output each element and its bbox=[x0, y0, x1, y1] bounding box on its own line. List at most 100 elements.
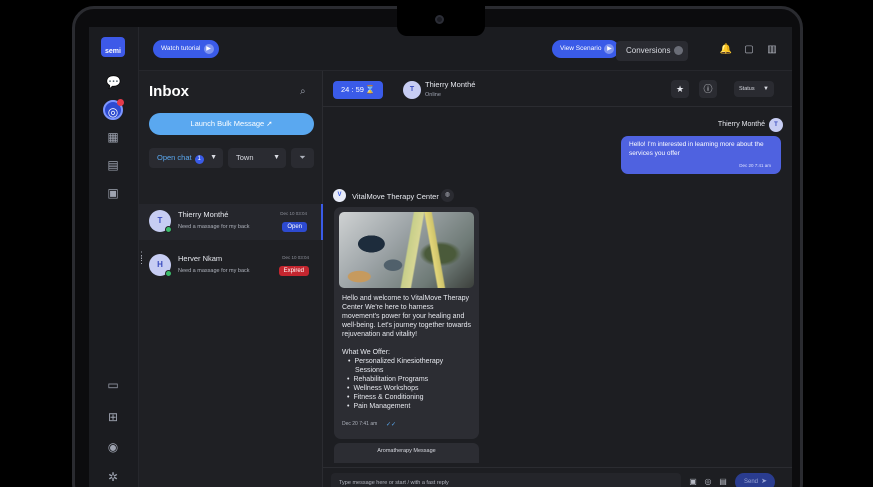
chat-list-item[interactable]: H Herver Nkam Need a massage for my back… bbox=[139, 248, 323, 284]
conversions-button[interactable]: Conversions bbox=[616, 41, 689, 61]
star-icon[interactable]: ★ bbox=[671, 80, 689, 98]
inbox-title: Inbox bbox=[149, 83, 189, 100]
send-arrow-icon: ➤ bbox=[761, 478, 767, 485]
open-chat-filter[interactable]: Open chat 1 ▼ bbox=[149, 148, 223, 168]
grid-add-icon[interactable]: ⊞ bbox=[106, 410, 120, 424]
list-item: Fitness & Conditioning bbox=[347, 393, 471, 402]
composer: Type message here or start / with a fast… bbox=[323, 467, 792, 487]
conversions-indicator-icon bbox=[674, 46, 684, 55]
message-input[interactable]: Type message here or start / with a fast… bbox=[331, 473, 681, 487]
read-ticks-icon: ✓✓ bbox=[386, 422, 397, 428]
chevron-down-icon: ▼ bbox=[273, 154, 280, 161]
bell-icon[interactable]: 🔔 bbox=[719, 43, 733, 57]
conversation-header: 24 : 59 ⌛ T Thierry Monthé Online ★ ⓘ St… bbox=[323, 71, 792, 107]
message-icon[interactable]: ▢ bbox=[742, 43, 756, 57]
avatar: H bbox=[149, 254, 172, 277]
timer-value: 24 : 59 bbox=[341, 85, 364, 94]
list-item: Pain Management bbox=[347, 402, 471, 411]
app-logo[interactable]: semi bbox=[101, 37, 125, 57]
chat-list-item[interactable]: T Thierry Monthé Need a massage for my b… bbox=[139, 204, 323, 240]
chevron-down-icon: ▼ bbox=[763, 86, 769, 92]
status-badge: Expired bbox=[278, 266, 309, 276]
send-label: Send bbox=[744, 479, 759, 485]
watch-tutorial-label: Watch tutorial bbox=[161, 45, 201, 52]
chat-name: Thierry Monthé bbox=[178, 210, 229, 219]
avatar: T bbox=[149, 210, 172, 233]
play-icon: ▶ bbox=[203, 44, 214, 54]
contacts-icon[interactable]: ▣ bbox=[106, 186, 120, 200]
search-icon[interactable]: ⌕ bbox=[300, 86, 312, 98]
status-label: Status bbox=[739, 86, 755, 92]
bot-icon: ◍ bbox=[441, 189, 454, 202]
message-intro: Hello and welcome to VitalMove Therapy C… bbox=[342, 295, 471, 338]
calendar-icon[interactable]: ▤ bbox=[106, 158, 120, 172]
watch-tutorial-button[interactable]: Watch tutorial ▶ bbox=[153, 40, 219, 58]
chevron-down-icon: ▼ bbox=[210, 154, 217, 161]
chat-preview: Need a massage for my back bbox=[178, 268, 250, 274]
store-icon[interactable]: ▦ bbox=[106, 130, 120, 144]
inbox-panel: Inbox ⌕ Launch Bulk Message ➚ Open chat 1… bbox=[139, 71, 323, 487]
list-item: Wellness Workshops bbox=[347, 384, 471, 393]
message-text: Hello and welcome to VitalMove Therapy C… bbox=[339, 294, 474, 411]
avatar: T bbox=[769, 118, 783, 132]
filter-funnel-icon[interactable]: ⏷ bbox=[291, 148, 314, 168]
incoming-message: Hello and welcome to VitalMove Therapy C… bbox=[334, 207, 479, 439]
hourglass-icon: ⌛ bbox=[365, 85, 375, 94]
emoji-icon[interactable]: ◎ bbox=[703, 477, 713, 487]
message-time: Dec 20 7:41 am bbox=[739, 162, 771, 168]
online-status-dot bbox=[165, 270, 172, 277]
status-badge: Open bbox=[282, 222, 307, 232]
contact-name: Thierry Monthé bbox=[425, 80, 476, 89]
device-frame: semi 💬 ◎ ▦ ▤ ▣ ▭ ⊞ ◉ ✲ Watch tutorial ▶ … bbox=[72, 6, 803, 487]
contact-status: Online bbox=[425, 92, 441, 98]
chat-date: Dec 10 03:04 bbox=[280, 211, 307, 216]
side-rail: semi 💬 ◎ ▦ ▤ ▣ ▭ ⊞ ◉ ✲ bbox=[89, 27, 139, 487]
list-item: Personalized Kinesiotherapy Sessions bbox=[347, 357, 471, 375]
offer-heading: What We Offer: bbox=[342, 349, 390, 356]
camera-icon bbox=[435, 15, 444, 24]
chat-preview: Need a massage for my back bbox=[178, 224, 250, 230]
launch-bulk-message-button[interactable]: Launch Bulk Message ➚ bbox=[149, 113, 314, 135]
chat-bubble-icon[interactable]: 💬 bbox=[106, 75, 121, 89]
notification-dot bbox=[117, 99, 124, 106]
offer-list: Personalized Kinesiotherapy Sessions Reh… bbox=[342, 357, 471, 411]
inbox-icon[interactable]: ◎ bbox=[103, 99, 124, 120]
avatar: T bbox=[403, 81, 421, 99]
outgoing-message: Hello! I'm interested in learning more a… bbox=[621, 136, 781, 174]
conversions-label: Conversions bbox=[626, 46, 671, 55]
app-screen: semi 💬 ◎ ▦ ▤ ▣ ▭ ⊞ ◉ ✲ Watch tutorial ▶ … bbox=[89, 27, 792, 487]
send-button[interactable]: Send ➤ bbox=[735, 473, 775, 487]
chat-name: Herver Nkam bbox=[178, 254, 223, 263]
status-dropdown[interactable]: Status ▼ bbox=[734, 81, 774, 97]
shop-icon[interactable]: ▭ bbox=[106, 378, 120, 392]
bulk-button-label: Launch Bulk Message bbox=[190, 119, 265, 128]
chart-icon[interactable]: ▥ bbox=[765, 43, 779, 57]
circle-icon[interactable]: ◉ bbox=[106, 440, 120, 454]
message-text: Hello! I'm interested in learning more a… bbox=[629, 141, 764, 157]
aromatherapy-image bbox=[339, 212, 474, 288]
message-time: Dec 20 7:41 am bbox=[342, 421, 378, 427]
open-chat-count: 1 bbox=[194, 155, 204, 164]
conversation-panel: 24 : 59 ⌛ T Thierry Monthé Online ★ ⓘ St… bbox=[323, 71, 792, 487]
next-message-card[interactable]: Aromatherapy Message bbox=[334, 443, 479, 463]
session-timer: 24 : 59 ⌛ bbox=[333, 81, 383, 99]
info-icon[interactable]: ⓘ bbox=[699, 80, 717, 98]
online-status-dot bbox=[165, 226, 172, 233]
settings-icon[interactable]: ✲ bbox=[106, 470, 120, 484]
view-scenario-label: View Scenario bbox=[560, 45, 602, 52]
business-name: VitalMove Therapy Center bbox=[352, 192, 439, 201]
panel-drag-handle[interactable]: ⋮ ⋮ bbox=[137, 251, 146, 267]
town-label: Town bbox=[236, 153, 254, 162]
template-icon[interactable]: ▤ bbox=[718, 477, 728, 487]
rocket-icon: ➚ bbox=[266, 119, 273, 128]
open-chat-label: Open chat bbox=[157, 153, 192, 162]
sender-name: Thierry Monthé bbox=[717, 121, 765, 128]
image-icon[interactable]: ▣ bbox=[688, 477, 698, 487]
play-icon: ▶ bbox=[604, 44, 615, 54]
list-item: Rehabilitation Programs bbox=[347, 375, 471, 384]
business-logo: V bbox=[333, 189, 346, 202]
notch bbox=[397, 6, 485, 36]
town-filter[interactable]: Town ▼ bbox=[228, 148, 286, 168]
view-scenario-button[interactable]: View Scenario ▶ bbox=[552, 40, 620, 58]
chat-date: Dec 10 03:04 bbox=[282, 255, 309, 260]
